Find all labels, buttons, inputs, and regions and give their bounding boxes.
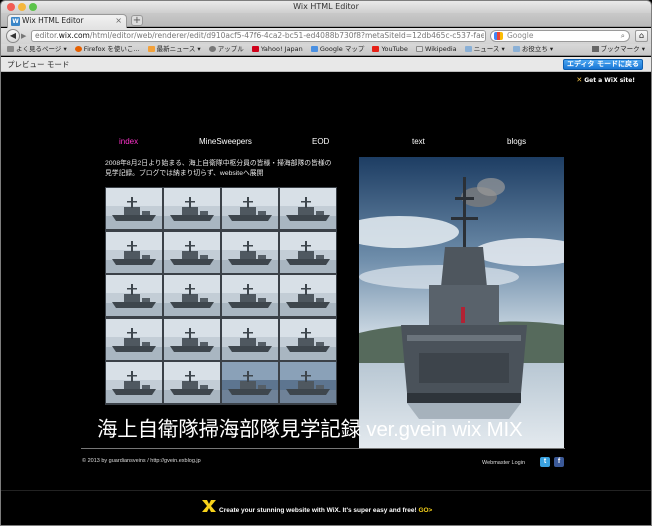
apple-icon: [208, 46, 216, 52]
wix-favicon-icon: W: [11, 17, 20, 26]
get-wix-site-link[interactable]: ✕ Get a WiX site!: [576, 76, 635, 84]
ship-thumbnail[interactable]: [164, 231, 220, 273]
url-actions: ★ ▾ C: [484, 31, 485, 41]
nav-blogs[interactable]: blogs: [507, 137, 526, 146]
ship-thumbnail[interactable]: [106, 362, 162, 403]
site-preview: ✕ Get a WiX site! index MineSweepers EOD …: [1, 73, 651, 525]
yahoo-icon: [251, 46, 259, 52]
url-prefix: editor.: [35, 31, 59, 40]
ship-thumbnail[interactable]: [280, 275, 336, 316]
google-engine-icon[interactable]: [494, 32, 503, 40]
bookmark-item[interactable]: アップル: [208, 44, 244, 55]
ship-thumbnail[interactable]: [280, 188, 336, 229]
return-to-editor-button[interactable]: エディタ モードに戻る: [563, 59, 643, 70]
close-window-icon[interactable]: [7, 3, 15, 11]
bookmarks-icon: [591, 46, 599, 52]
ship-thumbnail[interactable]: [222, 362, 278, 403]
url-bar[interactable]: editor.wix.com/html/editor/web/renderer/…: [31, 30, 486, 42]
wix-preview-bar: プレビュー モード エディタ モードに戻る: [1, 57, 651, 72]
copyright-text: © 2013 by guardiansveins / http://gvein.…: [82, 458, 201, 464]
tab-label: Wix HTML Editor: [22, 16, 84, 25]
firefox-icon: [74, 46, 82, 52]
folder-icon: [512, 46, 520, 52]
ship-thumbnail[interactable]: [280, 318, 336, 360]
ship-thumbnail[interactable]: [222, 275, 278, 316]
forward-button[interactable]: ▶: [21, 31, 31, 41]
ship-thumbnail[interactable]: [106, 231, 162, 273]
rss-icon: [147, 46, 155, 52]
nav-eod[interactable]: EOD: [312, 137, 329, 146]
thumbnail-grid: [105, 187, 337, 405]
banner-go-link[interactable]: GO>: [418, 507, 432, 514]
new-tab-button[interactable]: +: [131, 15, 143, 26]
bookmark-item[interactable]: Firefox を使いこ...: [74, 44, 140, 55]
bookmarks-menu[interactable]: ブックマーク ▾: [591, 44, 645, 55]
window-title: Wix HTML Editor: [293, 2, 359, 11]
wix-ad-banner[interactable]: Create your stunning website with WiX. I…: [1, 490, 651, 525]
ship-thumbnail[interactable]: [164, 362, 220, 403]
wikipedia-icon: [415, 46, 423, 52]
bookmark-item[interactable]: Wikipedia: [415, 44, 457, 55]
banner-text: Create your stunning website with WiX. I…: [219, 507, 433, 514]
folder-icon: [464, 46, 472, 52]
search-placeholder: Google: [507, 31, 534, 40]
bookmark-item[interactable]: Yahoo! Japan: [251, 44, 303, 55]
tab-wix-html-editor[interactable]: W Wix HTML Editor ×: [7, 14, 127, 28]
bookmark-item[interactable]: YouTube: [372, 44, 408, 55]
ship-photo[interactable]: [359, 157, 564, 449]
url-host: wix.com: [58, 31, 90, 40]
zoom-window-icon[interactable]: [29, 3, 37, 11]
youtube-icon: [372, 46, 380, 52]
footer-divider: [81, 448, 565, 449]
search-magnifier-icon[interactable]: ⌕: [621, 31, 625, 41]
tab-close-icon[interactable]: ×: [115, 15, 122, 27]
ship-thumbnail[interactable]: [164, 275, 220, 316]
url-path: /html/editor/web/renderer/edit/d910acf5-…: [89, 31, 486, 40]
ship-thumbnail[interactable]: [280, 231, 336, 273]
bookmark-item[interactable]: 最新ニュース ▾: [147, 44, 201, 55]
ship-thumbnail[interactable]: [280, 362, 336, 403]
site-nav: index MineSweepers EOD text blogs: [1, 137, 651, 151]
bookmarks-toolbar: よく見るページ ▾ Firefox を使いこ... 最新ニュース ▾ アップル …: [1, 44, 651, 56]
tab-strip: W Wix HTML Editor × +: [1, 13, 651, 28]
twitter-icon[interactable]: t: [540, 457, 550, 467]
browser-window: Wix HTML Editor W Wix HTML Editor × + ◀ …: [0, 0, 652, 526]
site-headline: 海上自衛隊掃海部隊見学記録 ver.gvein wix MIX: [97, 418, 523, 441]
intro-text: 2008年8月2日より始まる、海上自衛隊中枢分員の皆様・掃海部隊の皆様の 見学記…: [105, 159, 355, 179]
ship-thumbnail[interactable]: [106, 188, 162, 229]
webmaster-login-link[interactable]: Webmaster Login: [482, 460, 525, 466]
nav-index[interactable]: index: [119, 137, 138, 146]
ship-thumbnail[interactable]: [222, 318, 278, 360]
ship-thumbnail[interactable]: [164, 318, 220, 360]
minimize-window-icon[interactable]: [18, 3, 26, 11]
maps-icon: [310, 46, 318, 52]
ship-thumbnail[interactable]: [164, 188, 220, 229]
title-bar: Wix HTML Editor: [1, 1, 651, 13]
wix-logo-icon: ✕: [576, 76, 583, 84]
intro-line: 2008年8月2日より始まる、海上自衛隊中枢分員の皆様・掃海部隊の皆様の: [105, 160, 332, 167]
ship-thumbnail[interactable]: [222, 231, 278, 273]
folder-icon: [7, 46, 14, 52]
ship-thumbnail[interactable]: [106, 275, 162, 316]
ship-thumbnail[interactable]: [106, 318, 162, 360]
intro-line: 見学記録。ブログでは納まり切らず、websiteへ展開: [105, 170, 264, 177]
back-button[interactable]: ◀: [6, 29, 20, 43]
bookmark-item[interactable]: よく見るページ ▾: [7, 44, 67, 55]
bookmark-item[interactable]: ニュース ▾: [464, 44, 505, 55]
ship-photo-image: [359, 157, 564, 449]
bookmark-item[interactable]: お役立ち ▾: [512, 44, 553, 55]
nav-text[interactable]: text: [412, 137, 425, 146]
wix-logo-icon: [202, 500, 216, 512]
preview-mode-label: プレビュー モード: [7, 60, 70, 69]
facebook-icon[interactable]: f: [554, 457, 564, 467]
home-button[interactable]: ⌂: [635, 30, 648, 42]
ship-thumbnail[interactable]: [222, 188, 278, 229]
search-input[interactable]: Google ⌕: [490, 30, 630, 42]
nav-minesweepers[interactable]: MineSweepers: [199, 137, 252, 146]
bookmark-item[interactable]: Google マップ: [310, 44, 364, 55]
navigation-toolbar: ◀ ▶ editor.wix.com/html/editor/web/rende…: [1, 28, 651, 44]
